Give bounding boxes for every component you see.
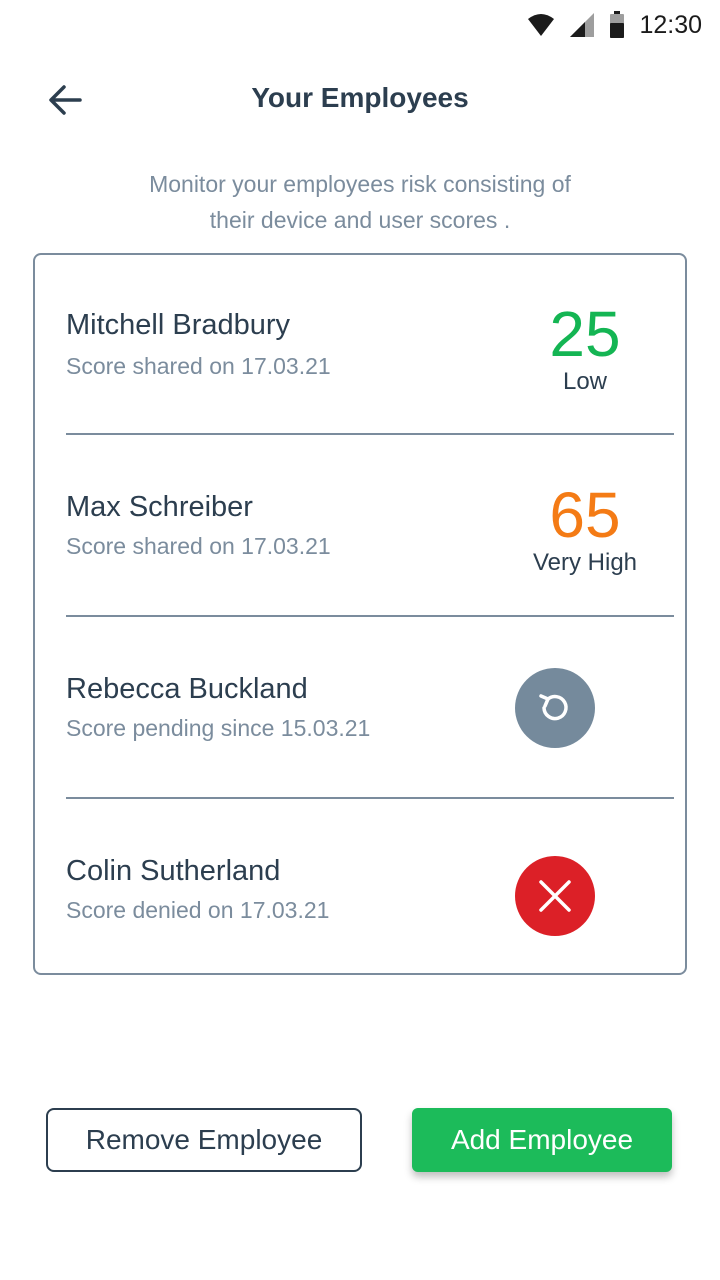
employee-name: Colin Sutherland xyxy=(66,855,281,887)
employee-name: Mitchell Bradbury xyxy=(66,309,291,341)
risk-score-value: 65 xyxy=(549,479,621,551)
clock: 12:30 xyxy=(639,10,702,39)
denied-status-button[interactable] xyxy=(515,856,595,936)
row-divider xyxy=(66,433,674,435)
employee-score-status: Score shared on 17.03.21 xyxy=(66,353,331,379)
page-description: Monitor your employees risk consisting o… xyxy=(100,166,620,238)
employee-name: Max Schreiber xyxy=(66,491,253,523)
add-employee-button[interactable]: Add Employee xyxy=(412,1108,672,1172)
employee-score-status: Score denied on 17.03.21 xyxy=(66,897,330,923)
remove-employee-button[interactable]: Remove Employee xyxy=(46,1108,362,1172)
description-line-2: their device and user scores . xyxy=(209,207,511,233)
cellular-signal-icon xyxy=(570,13,595,37)
employee-row[interactable]: Colin Sutherland Score denied on 17.03.2… xyxy=(66,801,674,983)
risk-score: 25 Low xyxy=(485,301,685,397)
employee-row[interactable]: Rebecca Buckland Score pending since 15.… xyxy=(66,619,674,801)
pending-status-button[interactable] xyxy=(515,668,595,748)
risk-level-label: Low xyxy=(562,368,608,395)
employee-score-status: Score pending since 15.03.21 xyxy=(66,715,371,741)
employee-score-status: Score shared on 17.03.21 xyxy=(66,533,331,559)
risk-level-label: Very High xyxy=(532,549,638,576)
page-title: Your Employees xyxy=(251,82,469,113)
row-divider xyxy=(66,615,674,617)
employee-row[interactable]: Mitchell Bradbury Score shared on 17.03.… xyxy=(66,255,674,437)
description-line-1: Monitor your employees risk consisting o… xyxy=(149,171,571,197)
refresh-icon xyxy=(539,694,568,721)
battery-icon xyxy=(610,11,625,38)
wifi-icon xyxy=(528,14,555,36)
employee-name: Rebecca Buckland xyxy=(66,673,308,705)
risk-score-value: 25 xyxy=(549,298,621,370)
status-icons: 12:30 xyxy=(527,8,702,42)
status-bar: 12:30 xyxy=(0,0,720,50)
close-icon xyxy=(539,880,571,912)
employee-list-card: Mitchell Bradbury Score shared on 17.03.… xyxy=(33,253,687,975)
app-header: Your Employees xyxy=(0,70,720,130)
row-divider xyxy=(66,797,674,799)
risk-score: 65 Very High xyxy=(485,482,685,578)
employee-row[interactable]: Max Schreiber Score shared on 17.03.21 6… xyxy=(66,437,674,619)
